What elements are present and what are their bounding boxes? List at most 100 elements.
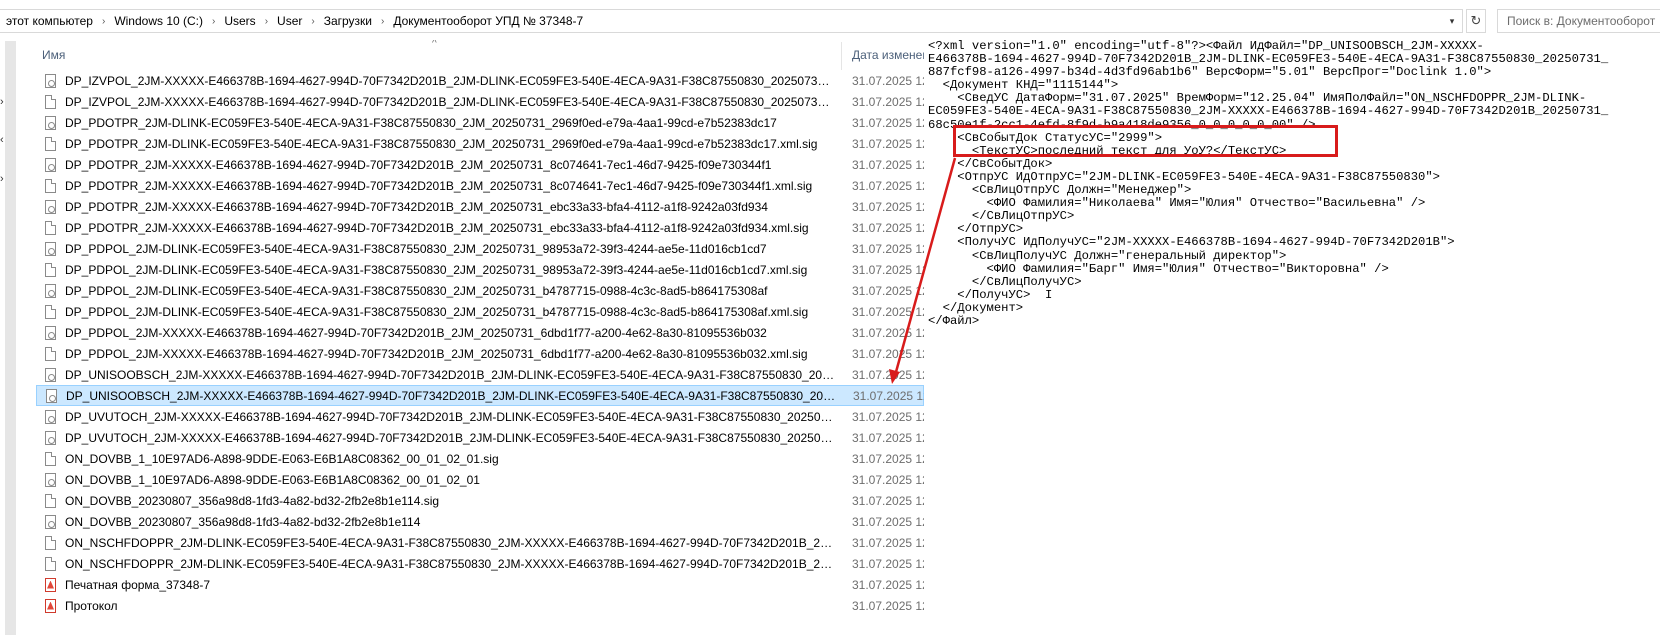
file-name: DP_PDPOL_2JM-DLINK-EC059FE3-540E-4ECA-9A…: [65, 262, 808, 277]
file-name: DP_PDOTPR_2JM-XXXXX-E466378B-1694-4627-9…: [65, 178, 813, 193]
file-icon: [45, 535, 56, 550]
file-name: DP_PDPOL_2JM-XXXXX-E466378B-1694-4627-99…: [65, 325, 767, 340]
file-name: DP_UVUTOCH_2JM-XXXXX-E466378B-1694-4627-…: [65, 430, 835, 445]
file-row-selected[interactable]: DP_UNISOOBSCH_2JM-XXXXX-E466378B-1694-46…: [36, 385, 924, 406]
file-row[interactable]: DP_PDPOL_2JM-DLINK-EC059FE3-540E-4ECA-9A…: [36, 301, 924, 322]
chevron-right-icon[interactable]: ›: [97, 16, 110, 27]
file-row[interactable]: DP_IZVPOL_2JM-XXXXX-E466378B-1694-4627-9…: [36, 70, 924, 91]
file-date-modified: 31.07.2025 12:04: [852, 472, 924, 487]
xml-line: </ПолучУС> I: [928, 287, 1053, 302]
file-row[interactable]: DP_PDPOL_2JM-DLINK-EC059FE3-540E-4ECA-9A…: [36, 280, 924, 301]
pdf-file-icon: [45, 598, 56, 613]
chevron-right-icon[interactable]: ›: [260, 16, 273, 27]
file-row[interactable]: ON_DOVBB_1_10E97AD6-A898-9DDE-E063-E6B1A…: [36, 448, 924, 469]
file-date-modified: 31.07.2025 12:04: [852, 94, 924, 109]
file-row[interactable]: ON_DOVBB_1_10E97AD6-A898-9DDE-E063-E6B1A…: [36, 469, 924, 490]
file-row[interactable]: DP_PDPOL_2JM-DLINK-EC059FE3-540E-4ECA-9A…: [36, 238, 924, 259]
column-header-name[interactable]: Имя: [42, 48, 65, 62]
nav-expand-icon[interactable]: ›: [0, 173, 4, 185]
signature-file-icon: [46, 388, 57, 403]
column-divider[interactable]: [841, 42, 842, 70]
file-name: ON_DOVBB_20230807_356a98d8-1fd3-4a82-bd3…: [65, 514, 421, 529]
file-row[interactable]: ON_NSCHFDOPPR_2JM-DLINK-EC059FE3-540E-4E…: [36, 553, 924, 574]
file-icon: [45, 136, 56, 151]
xml-line: <ФИО Фамилия="Барг" Имя="Юлия" Отчество=…: [928, 261, 1389, 276]
xml-line: </Файл>: [928, 313, 980, 328]
file-row[interactable]: Печатная форма_37348-7 31.07.2025 12:04: [36, 574, 924, 595]
file-row[interactable]: ON_DOVBB_20230807_356a98d8-1fd3-4a82-bd3…: [36, 511, 924, 532]
file-row[interactable]: ON_DOVBB_20230807_356a98d8-1fd3-4a82-bd3…: [36, 490, 924, 511]
file-icon: [45, 262, 56, 277]
file-row[interactable]: ON_NSCHFDOPPR_2JM-DLINK-EC059FE3-540E-4E…: [36, 532, 924, 553]
breadcrumb-downloads[interactable]: Загрузки: [320, 14, 376, 28]
file-name: DP_UNISOOBSCH_2JM-XXXXX-E466378B-1694-46…: [65, 367, 835, 382]
file-date-modified: 31.07.2025 12:04: [852, 598, 924, 613]
address-history-dropdown-icon[interactable]: ▾: [1443, 10, 1461, 32]
breadcrumb-user[interactable]: User: [273, 14, 306, 28]
file-date-modified: 31.07.2025 12:04: [852, 451, 924, 466]
file-row[interactable]: DP_PDOTPR_2JM-XXXXX-E466378B-1694-4627-9…: [36, 217, 924, 238]
file-date-modified: 31.07.2025 12:04: [852, 535, 924, 550]
signature-file-icon: [45, 325, 56, 340]
xml-line: EC059FE3-540E-4ECA-9A31-F38C87550830_2JM…: [928, 104, 1609, 119]
file-row[interactable]: DP_IZVPOL_2JM-XXXXX-E466378B-1694-4627-9…: [36, 91, 924, 112]
xml-line: </СвЛицПолучУС>: [928, 274, 1082, 289]
search-input[interactable]: [1507, 14, 1660, 28]
nav-expand-icon[interactable]: ‹: [0, 134, 4, 146]
breadcrumb-current-folder[interactable]: Документооборот УПД № 37348-7: [389, 14, 587, 28]
column-header-date-modified[interactable]: Дата изменен: [852, 48, 924, 62]
file-name: DP_UVUTOCH_2JM-XXXXX-E466378B-1694-4627-…: [65, 409, 835, 424]
file-date-modified: 31.07.2025 12:04: [852, 220, 924, 235]
breadcrumb-drive[interactable]: Windows 10 (C:): [110, 14, 207, 28]
file-date-modified: 31.07.2025 12:04: [852, 493, 924, 508]
search-box[interactable]: [1497, 9, 1660, 33]
signature-file-icon: [45, 409, 56, 424]
signature-file-icon: [45, 430, 56, 445]
file-icon: [45, 220, 56, 235]
signature-file-icon: [45, 73, 56, 88]
chevron-right-icon[interactable]: ›: [376, 16, 389, 27]
file-name: ON_DOVBB_20230807_356a98d8-1fd3-4a82-bd3…: [65, 493, 440, 508]
file-date-modified: 31.07.2025 12:04: [852, 157, 924, 172]
file-list: ^ Имя Дата изменен DP_IZVPOL_2JM-XXXXX-E…: [36, 40, 924, 635]
xml-line: <ПолучУС ИдПолучУС="2JM-XXXXX-E466378B-1…: [928, 235, 1455, 250]
file-row[interactable]: DP_PDOTPR_2JM-DLINK-EC059FE3-540E-4ECA-9…: [36, 133, 924, 154]
file-row[interactable]: DP_PDPOL_2JM-DLINK-EC059FE3-540E-4ECA-9A…: [36, 259, 924, 280]
file-name: ON_NSCHFDOPPR_2JM-DLINK-EC059FE3-540E-4E…: [65, 556, 835, 571]
file-date-modified: 31.07.2025 12:04: [852, 178, 924, 193]
chevron-right-icon[interactable]: ›: [207, 16, 220, 27]
file-row[interactable]: DP_UNISOOBSCH_2JM-XXXXX-E466378B-1694-46…: [36, 364, 924, 385]
file-date-modified: 31.07.2025 12:04: [852, 325, 924, 340]
file-date-modified: 31.07.2025 12:04: [853, 388, 924, 403]
file-name: Печатная форма_37348-7: [65, 577, 211, 592]
file-row[interactable]: DP_PDPOL_2JM-XXXXX-E466378B-1694-4627-99…: [36, 322, 924, 343]
address-bar[interactable]: этот компьютер › Windows 10 (C:) › Users…: [0, 9, 1463, 33]
pdf-file-icon: [45, 577, 56, 592]
file-row[interactable]: DP_PDOTPR_2JM-XXXXX-E466378B-1694-4627-9…: [36, 175, 924, 196]
chevron-right-icon[interactable]: ›: [306, 16, 319, 27]
file-row[interactable]: DP_PDOTPR_2JM-XXXXX-E466378B-1694-4627-9…: [36, 196, 924, 217]
breadcrumb-this-pc[interactable]: этот компьютер: [2, 14, 97, 28]
signature-file-icon: [45, 157, 56, 172]
refresh-button[interactable]: ↻: [1466, 9, 1486, 33]
file-row[interactable]: DP_UVUTOCH_2JM-XXXXX-E466378B-1694-4627-…: [36, 406, 924, 427]
annotation-highlight-box: [953, 125, 1338, 157]
file-date-modified: 31.07.2025 12:04: [852, 304, 924, 319]
file-row[interactable]: DP_UVUTOCH_2JM-XXXXX-E466378B-1694-4627-…: [36, 427, 924, 448]
file-name: ON_DOVBB_1_10E97AD6-A898-9DDE-E063-E6B1A…: [65, 472, 480, 487]
signature-file-icon: [45, 367, 56, 382]
file-date-modified: 31.07.2025 12:04: [852, 136, 924, 151]
file-date-modified: 31.07.2025 12:04: [852, 514, 924, 529]
file-row[interactable]: DP_PDOTPR_2JM-DLINK-EC059FE3-540E-4ECA-9…: [36, 112, 924, 133]
file-row[interactable]: DP_PDPOL_2JM-XXXXX-E466378B-1694-4627-99…: [36, 343, 924, 364]
navigation-scrollbar[interactable]: [5, 41, 16, 635]
file-name: DP_PDPOL_2JM-XXXXX-E466378B-1694-4627-99…: [65, 346, 808, 361]
file-name: DP_PDOTPR_2JM-DLINK-EC059FE3-540E-4ECA-9…: [65, 115, 777, 130]
file-row[interactable]: DP_PDOTPR_2JM-XXXXX-E466378B-1694-4627-9…: [36, 154, 924, 175]
file-row[interactable]: Протокол 31.07.2025 12:04: [36, 595, 924, 616]
breadcrumb-users[interactable]: Users: [220, 14, 259, 28]
nav-expand-icon[interactable]: ›: [0, 96, 4, 108]
file-name: DP_PDPOL_2JM-DLINK-EC059FE3-540E-4ECA-9A…: [65, 283, 768, 298]
file-name: DP_UNISOOBSCH_2JM-XXXXX-E466378B-1694-46…: [66, 388, 836, 403]
signature-file-icon: [45, 115, 56, 130]
